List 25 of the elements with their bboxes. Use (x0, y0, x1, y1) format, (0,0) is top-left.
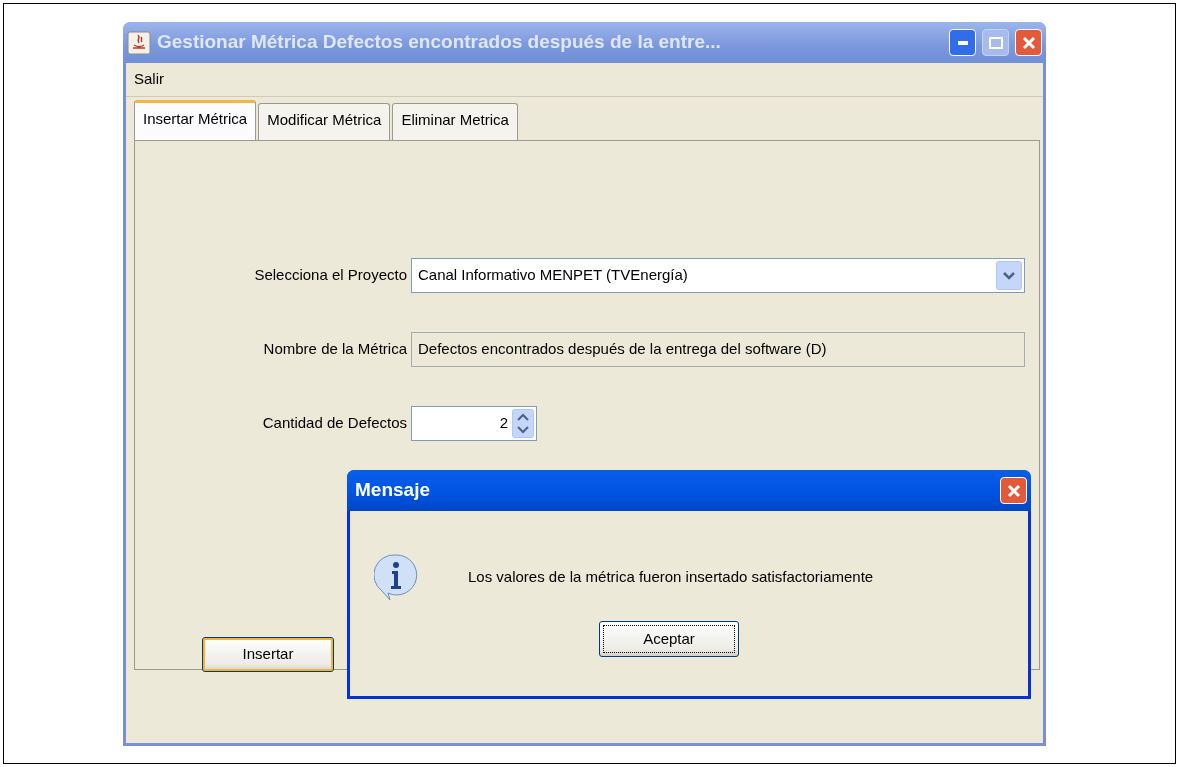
metric-name-field[interactable]: Defectos encontrados después de la entrega del software (D) (411, 331, 1025, 367)
field-label: Nombre de la Métrica (262, 338, 408, 359)
project-dropdown[interactable]: Canal Informativo MENPET (TVEnergía) (411, 257, 1025, 293)
close-icon (1006, 483, 1021, 498)
maximize-icon (988, 36, 1003, 49)
tab[interactable]: Eliminar Metrica (392, 103, 518, 140)
info-icon (374, 553, 418, 601)
window-title: Gestionar Métrica Defectos encontrados después de la entre... (157, 30, 722, 55)
menu-item[interactable]: Salir (134, 68, 164, 91)
tab[interactable]: Insertar Métrica (134, 100, 257, 140)
minimize-icon (957, 40, 968, 45)
message-text: Los valores de la métrica fueron insertado satisfactoriamente (468, 566, 874, 587)
accept-button[interactable]: Aceptar (599, 621, 739, 657)
quantity-spinner[interactable]: 2 (411, 405, 537, 441)
app-icon (127, 30, 151, 55)
field-label: Cantidad de Defectos (261, 412, 408, 433)
close-button[interactable] (1000, 477, 1027, 504)
field-label: Selecciona el Proyecto (253, 264, 408, 285)
minimize-button[interactable] (949, 29, 976, 56)
close-icon (1021, 35, 1036, 50)
close-button[interactable] (1015, 29, 1042, 56)
tab[interactable]: Modificar Métrica (258, 103, 391, 140)
insert-button[interactable]: Insertar (202, 636, 334, 672)
spinner-arrows-icon[interactable] (512, 408, 534, 438)
dialog-title: Mensaje (354, 478, 431, 503)
